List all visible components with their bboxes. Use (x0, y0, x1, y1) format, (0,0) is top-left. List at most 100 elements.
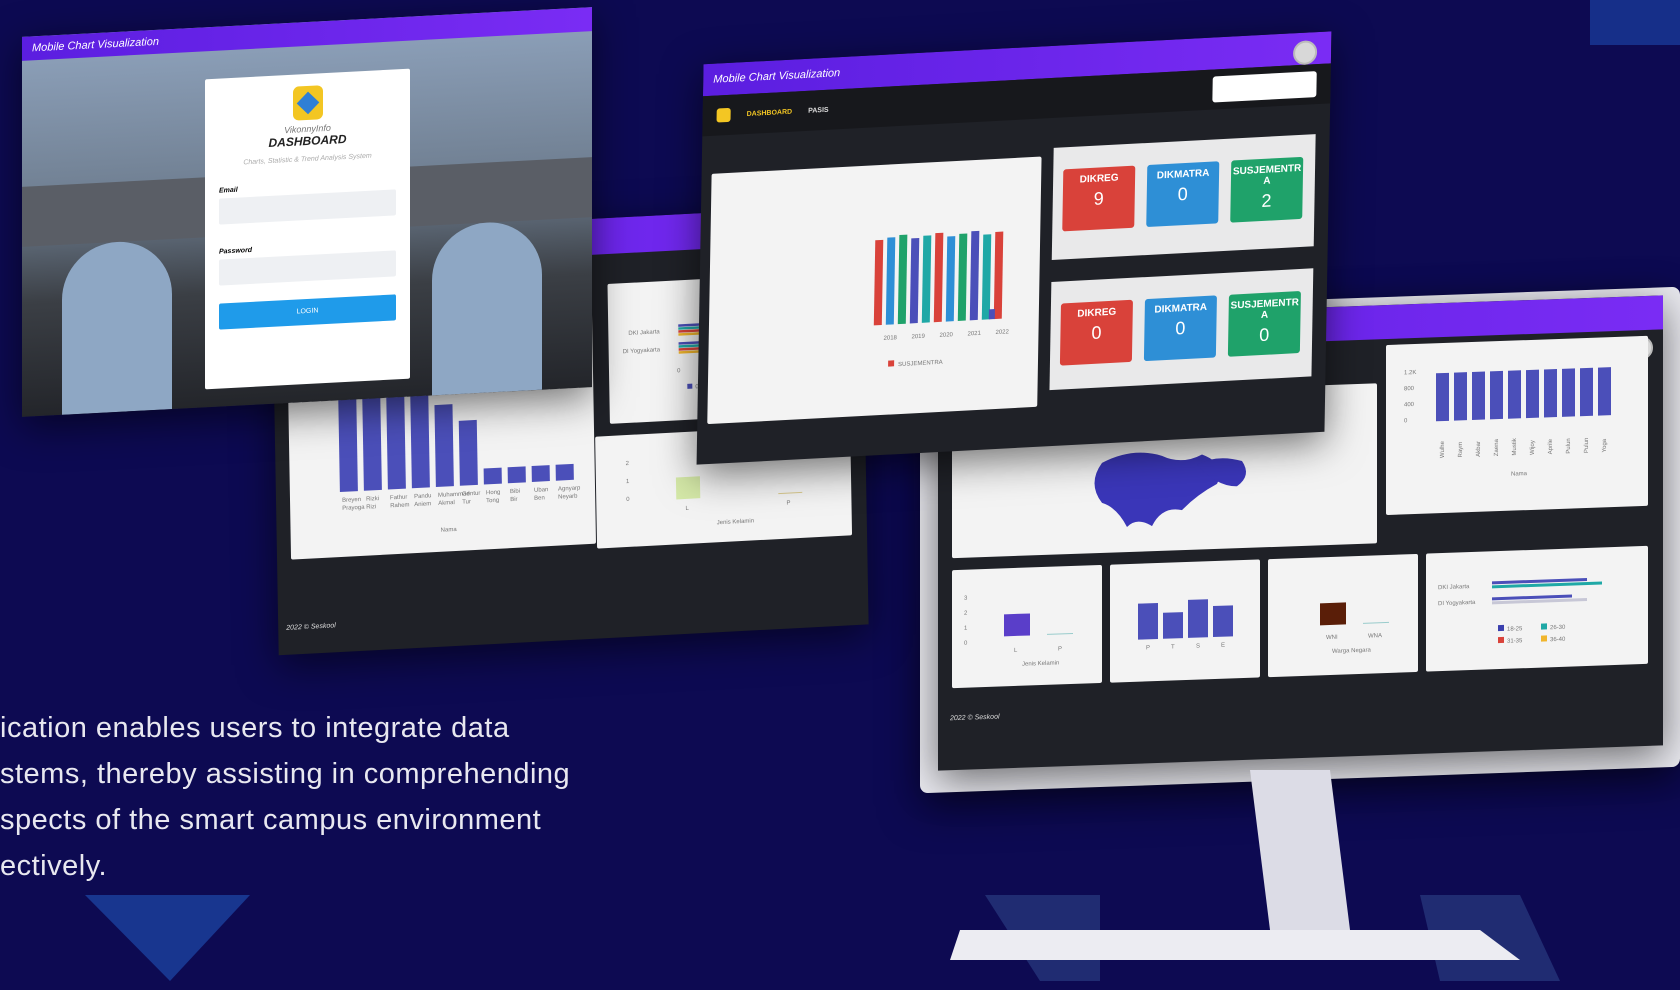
pangkat-bar-chart: P T S E (1138, 599, 1233, 651)
svg-text:P: P (1058, 646, 1062, 652)
name-tick: Pulun (1566, 438, 1572, 454)
gender-chart-card: 3 2 1 0 L P Jenis Kelamin (952, 564, 1102, 689)
nav-pasis[interactable]: PASIS (808, 106, 829, 114)
tile-value: 0 (1177, 183, 1188, 205)
year-tick: 2021 (967, 331, 981, 338)
svg-text:0: 0 (964, 641, 968, 647)
name-tick: Wulhe (1440, 440, 1446, 458)
legend-swatch (687, 383, 693, 389)
score-bar (1472, 371, 1485, 421)
dash-app-title: Mobile Chart Visualization (713, 67, 841, 86)
gender-bar-chart: 3 2 1 0 L P Jenis Kelamin (964, 596, 1073, 668)
bar-e (1213, 605, 1233, 638)
password-field[interactable] (219, 250, 396, 286)
svg-text:Jenis Kelamin: Jenis Kelamin (717, 518, 754, 526)
login-card: VikonnyInfo DASHBOARD Charts, Statistic … (205, 68, 410, 390)
stat-tile-dikreg[interactable]: DIKREG 0 (1059, 299, 1133, 366)
name-bar (483, 467, 502, 485)
dashboard-screen: Mobile Chart Visualization DASHBOARD PAS… (696, 31, 1332, 465)
tile-value: 0 (1175, 318, 1186, 339)
caption-line-1: ication enables users to integrate data (0, 712, 510, 744)
svg-text:WNI: WNI (1326, 635, 1338, 641)
name-bar (458, 419, 478, 486)
y-tick: 0 (1404, 418, 1408, 424)
bar-p (1138, 602, 1158, 640)
login-app-title: Mobile Chart Visualization (32, 35, 159, 55)
bar-wni (1320, 602, 1346, 626)
stat-tile-dikmatra[interactable]: DIKMATRA 0 (1143, 295, 1217, 362)
dash-logo-icon (716, 107, 731, 123)
score-bar-chart: 1.2K 800 400 0 Wulhe Raym Akbar Zaena Mustik Wijo… (1404, 367, 1611, 478)
tile-value: 2 (1261, 190, 1272, 212)
y-tick: 400 (1404, 402, 1415, 408)
gate-arch (432, 219, 542, 396)
tiles-panel-bottom: DIKREG 0 DIKMATRA 0 SUSJEMENTR A0 (1049, 268, 1314, 391)
year-bar-chart: 2018 2019 2020 2021 2022 SUSJEMENTRA (873, 230, 1010, 368)
tile-value: 0 (1091, 322, 1102, 343)
name-tick: Gentur (462, 491, 480, 498)
pangkat-chart-card: P T S E (1110, 559, 1260, 683)
name-tick: Uban (534, 487, 548, 494)
bar-l (675, 476, 701, 500)
nation-bar-chart: WNI WNA Warga Negara (1320, 602, 1389, 655)
svg-text:WNA: WNA (1368, 633, 1382, 639)
name-tick: Bibi (510, 489, 520, 496)
year-bar (993, 231, 1004, 320)
x-axis-title: Nama (441, 527, 458, 534)
year-bar (933, 232, 944, 323)
stat-tile-dikreg[interactable]: DIKREG 9 (1062, 165, 1136, 232)
middle-footer: 2022 © Seskool (286, 622, 336, 632)
age-chart-card: DKI Jakarta DI Yogyakarta 18-25 26-30 31… (1426, 545, 1648, 672)
svg-text:L: L (1014, 648, 1018, 654)
svg-text:DKI Jakarta: DKI Jakarta (1438, 584, 1470, 591)
name-tick: Raym (1458, 442, 1464, 458)
bar-wna (1363, 621, 1389, 624)
name-tick: Fathur (390, 495, 407, 502)
name-tick: Neyarb (558, 494, 578, 501)
stat-tile-susjementr-a[interactable]: SUSJEMENTR A0 (1227, 290, 1301, 357)
year-bar (957, 233, 968, 321)
year-bar (885, 237, 896, 325)
score-bar (1544, 369, 1557, 418)
age-province-chart: DKI Jakarta DI Yogyakarta 18-25 26-30 31… (1438, 577, 1602, 645)
year-bar (988, 309, 995, 320)
name-tick: Pandu (414, 493, 431, 500)
svg-text:2: 2 (964, 611, 968, 617)
search-input[interactable] (1212, 71, 1317, 103)
year-bar (897, 234, 908, 325)
score-chart-card: 1.2K 800 400 0 Wulhe Raym Akbar Zaena Mustik Wijo… (1386, 335, 1648, 516)
tile-label: DIKREG (1079, 172, 1119, 186)
email-field[interactable] (219, 189, 396, 225)
monitor-stand (950, 770, 1520, 960)
svg-text:26-30: 26-30 (1550, 625, 1566, 632)
score-bar (1580, 367, 1593, 417)
svg-text:DI Yogyakarta: DI Yogyakarta (1438, 600, 1476, 607)
stat-tile-susjementr-a[interactable]: SUSJEMENTR A 2 (1230, 156, 1304, 223)
year-bar (945, 236, 956, 322)
svg-text:2: 2 (626, 461, 630, 467)
score-bar (1508, 370, 1521, 419)
stat-tile-dikmatra[interactable]: DIKMATRA 0 (1146, 161, 1220, 228)
svg-text:31-35: 31-35 (1507, 638, 1523, 645)
name-tick: Akbar (1476, 441, 1482, 457)
nav-dashboard[interactable]: DASHBOARD (747, 108, 793, 117)
tile-label: DIKREG (1077, 306, 1117, 320)
year-bar (909, 237, 920, 324)
score-bar (1598, 367, 1611, 416)
legend-swatch (888, 360, 895, 367)
tile-value: 9 (1093, 188, 1104, 209)
name-bar (555, 463, 574, 481)
name-tick: Yoga (1602, 438, 1608, 452)
login-screen: Mobile Chart Visualization VikonnyInfo D… (22, 7, 592, 417)
name-bar (531, 465, 550, 483)
svg-text:P: P (786, 500, 790, 506)
caption-line-4: ectively. (0, 850, 108, 882)
name-tick: Rizi (366, 504, 376, 511)
login-button[interactable]: LOGIN (219, 294, 396, 330)
name-tick: Aprile (1548, 438, 1554, 454)
bar-p (1047, 632, 1073, 635)
x-axis-title: Nama (1511, 471, 1528, 478)
name-tick: Rahem (390, 502, 409, 509)
legend-label: SUSJEMENTRA (898, 360, 943, 368)
caption-line-3: spects of the smart campus environment (0, 804, 542, 836)
